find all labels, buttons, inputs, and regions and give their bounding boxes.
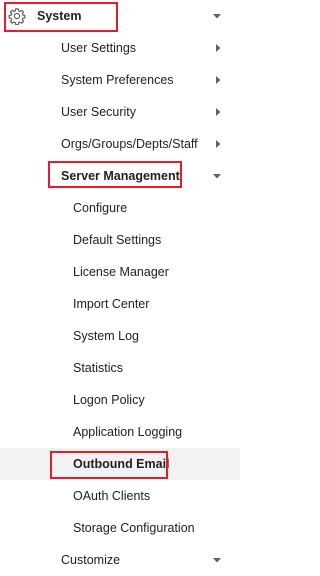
- caret-right-icon: [213, 75, 223, 85]
- nav-subitem-license-manager[interactable]: License Manager: [0, 256, 240, 288]
- nav-subitem-configure[interactable]: Configure: [0, 192, 240, 224]
- nav-subitem-label: System Log: [73, 328, 140, 343]
- nav-item-user-security-label: User Security: [61, 104, 137, 119]
- nav-item-customize-label: Customize: [61, 552, 121, 567]
- sidebar-nav: System User Settings System Preferences …: [0, 0, 240, 567]
- caret-right-icon: [213, 139, 223, 149]
- nav-item-system-label: System: [37, 8, 82, 23]
- caret-down-icon: [212, 171, 222, 181]
- nav-subitem-statistics[interactable]: Statistics: [0, 352, 240, 384]
- nav-subitem-label: Logon Policy: [73, 392, 145, 407]
- nav-item-user-security[interactable]: User Security: [0, 96, 240, 128]
- nav-subitem-label: OAuth Clients: [73, 488, 151, 503]
- nav-item-orgs-label: Orgs/Groups/Depts/Staff: [61, 136, 198, 151]
- nav-subitem-system-log[interactable]: System Log: [0, 320, 240, 352]
- nav-subitem-logon-policy[interactable]: Logon Policy: [0, 384, 240, 416]
- nav-subitem-label: Storage Configuration: [73, 520, 195, 535]
- nav-subitem-oauth-clients[interactable]: OAuth Clients: [0, 480, 240, 512]
- caret-down-icon: [212, 555, 222, 565]
- nav-subitem-import-center[interactable]: Import Center: [0, 288, 240, 320]
- nav-subitem-default-settings[interactable]: Default Settings: [0, 224, 240, 256]
- nav-subitem-application-logging[interactable]: Application Logging: [0, 416, 240, 448]
- nav-item-system[interactable]: System: [0, 0, 240, 32]
- nav-subitem-label: Statistics: [73, 360, 124, 375]
- gear-icon: [8, 7, 26, 26]
- nav-subitem-label: License Manager: [73, 264, 169, 279]
- nav-subitem-label: Import Center: [73, 296, 150, 311]
- nav-subitem-storage-configuration[interactable]: Storage Configuration: [0, 512, 240, 544]
- nav-item-server-management-label: Server Management: [61, 168, 180, 183]
- nav-subitem-label: Outbound Email: [73, 456, 170, 471]
- nav-subitem-label: Application Logging: [73, 424, 183, 439]
- nav-subitem-label: Default Settings: [73, 232, 162, 247]
- nav-item-orgs[interactable]: Orgs/Groups/Depts/Staff: [0, 128, 240, 160]
- nav-item-user-settings[interactable]: User Settings: [0, 32, 240, 64]
- nav-item-system-preferences[interactable]: System Preferences: [0, 64, 240, 96]
- caret-right-icon: [213, 43, 223, 53]
- nav-subitem-label: Configure: [73, 200, 128, 215]
- caret-right-icon: [213, 107, 223, 117]
- nav-item-customize[interactable]: Customize: [0, 544, 240, 576]
- nav-item-user-settings-label: User Settings: [61, 40, 137, 55]
- caret-down-icon: [212, 11, 222, 21]
- nav-item-system-preferences-label: System Preferences: [61, 72, 174, 87]
- nav-item-server-management[interactable]: Server Management: [0, 160, 240, 192]
- nav-subitem-outbound-email[interactable]: Outbound Email: [0, 448, 240, 480]
